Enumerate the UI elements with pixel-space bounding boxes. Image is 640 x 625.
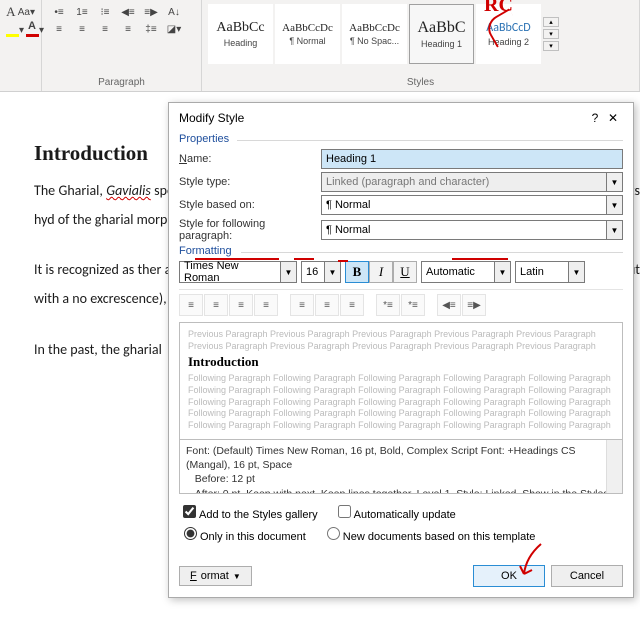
style-normal[interactable]: AaBbCcDc ¶ Normal bbox=[275, 4, 340, 64]
ok-button[interactable]: OK bbox=[473, 565, 545, 587]
dialog-titlebar[interactable]: Modify Style ? ✕ bbox=[169, 103, 633, 131]
help-button[interactable]: ? bbox=[587, 111, 603, 125]
scrollbar[interactable] bbox=[606, 440, 622, 493]
style-description: Font: (Default) Times New Roman, 16 pt, … bbox=[179, 440, 623, 494]
font-size-dropdown[interactable]: 16▼ bbox=[301, 261, 341, 283]
close-button[interactable]: ✕ bbox=[603, 111, 623, 125]
styles-gallery[interactable]: AaBbCc Heading AaBbCcDc ¶ Normal AaBbCcD… bbox=[208, 4, 633, 64]
auto-update-checkbox[interactable]: Automatically update bbox=[334, 502, 456, 521]
paragraph-group: •≡ 1≡ ⁝≡ ◀≡ ≡▶ A↓ ≡ ≡ ≡ ≡ ‡≡ ◪▾ Paragrap… bbox=[42, 0, 202, 91]
align-right-button[interactable]: ≡ bbox=[94, 21, 116, 37]
font-color-dropdown[interactable]: Automatic▼ bbox=[421, 261, 511, 283]
italic-button[interactable]: I bbox=[369, 261, 393, 283]
name-input[interactable]: Heading 1 bbox=[321, 149, 623, 169]
style-based-on-label: Style based on: bbox=[179, 199, 321, 211]
space-before-up-button[interactable]: *≡ bbox=[376, 294, 400, 316]
style-preview: Previous Paragraph Previous Paragraph Pr… bbox=[179, 322, 623, 440]
cancel-button[interactable]: Cancel bbox=[551, 565, 623, 587]
decrease-indent-button[interactable]: ◀≡ bbox=[437, 294, 461, 316]
justify-button[interactable]: ≡ bbox=[117, 21, 139, 37]
style-based-on-dropdown[interactable]: ¶ Normal bbox=[321, 195, 607, 215]
align-left-button[interactable]: ≡ bbox=[48, 21, 70, 37]
numbering-button[interactable]: 1≡ bbox=[71, 4, 93, 20]
double-space-button[interactable]: ≡ bbox=[340, 294, 364, 316]
increase-indent-button[interactable]: ≡▶ bbox=[140, 4, 162, 20]
justify-button[interactable]: ≡ bbox=[254, 294, 278, 316]
decrease-indent-button[interactable]: ◀≡ bbox=[117, 4, 139, 20]
style-heading-1[interactable]: AaBbC Heading 1 bbox=[409, 4, 474, 64]
bold-button[interactable]: B bbox=[345, 261, 369, 283]
bullets-button[interactable]: •≡ bbox=[48, 4, 70, 20]
ribbon: A Aa▾ ▾ ▾ •≡ 1≡ ⁝≡ ◀≡ ≡▶ A↓ ≡ ≡ ≡ ≡ ‡≡ ◪… bbox=[0, 0, 640, 92]
add-to-gallery-checkbox[interactable]: Add to the Styles gallery bbox=[179, 502, 318, 521]
script-dropdown[interactable]: Latin▼ bbox=[515, 261, 585, 283]
highlight-button[interactable]: ▾ bbox=[6, 22, 24, 38]
style-heading-2[interactable]: AaBbCcD Heading 2 bbox=[476, 4, 541, 64]
style-type-dropdown: Linked (paragraph and character) bbox=[321, 172, 607, 192]
new-documents-template-radio[interactable]: New documents based on this template bbox=[322, 524, 536, 543]
underline-button[interactable]: U bbox=[393, 261, 417, 283]
single-space-button[interactable]: ≡ bbox=[290, 294, 314, 316]
align-right-button[interactable]: ≡ bbox=[229, 294, 253, 316]
formatting-section-label: Formatting bbox=[179, 245, 623, 257]
onehalf-space-button[interactable]: ≡ bbox=[315, 294, 339, 316]
space-before-down-button[interactable]: *≡ bbox=[401, 294, 425, 316]
format-button[interactable]: FFormatormat ▼ bbox=[179, 566, 252, 586]
font-group: A Aa▾ ▾ ▾ bbox=[0, 0, 42, 91]
style-no-spacing[interactable]: AaBbCcDc ¶ No Spac... bbox=[342, 4, 407, 64]
sort-button[interactable]: A↓ bbox=[163, 4, 185, 20]
paragraph-label: Paragraph bbox=[48, 75, 195, 90]
line-spacing-button[interactable]: ‡≡ bbox=[140, 21, 162, 37]
styles-group: AaBbCc Heading AaBbCcDc ¶ Normal AaBbCcD… bbox=[202, 0, 640, 91]
dialog-title: Modify Style bbox=[179, 111, 244, 125]
font-family-dropdown[interactable]: Times New Roman▼ bbox=[179, 261, 297, 283]
align-left-button[interactable]: ≡ bbox=[179, 294, 203, 316]
style-heading[interactable]: AaBbCc Heading bbox=[208, 4, 273, 64]
align-center-button[interactable]: ≡ bbox=[204, 294, 228, 316]
name-label: NName:ame: bbox=[179, 153, 321, 165]
grow-font-button[interactable]: A bbox=[6, 4, 16, 20]
style-following-label: Style for following paragraph: bbox=[179, 218, 321, 242]
shading-button[interactable]: ◪▾ bbox=[163, 21, 185, 37]
chevron-down-icon[interactable]: ▼ bbox=[607, 220, 623, 240]
paragraph-format-toolbar: ≡ ≡ ≡ ≡ ≡ ≡ ≡ *≡ *≡ ◀≡ ≡▶ bbox=[179, 289, 623, 316]
styles-label: Styles bbox=[208, 75, 633, 90]
multilevel-button[interactable]: ⁝≡ bbox=[94, 4, 116, 20]
style-following-dropdown[interactable]: ¶ Normal bbox=[321, 220, 607, 240]
chevron-down-icon: ▼ bbox=[607, 172, 623, 192]
style-type-label: Style type: bbox=[179, 176, 321, 188]
properties-section-label: Properties bbox=[179, 133, 623, 145]
modify-style-dialog: Modify Style ? ✕ Properties NName:ame: H… bbox=[168, 102, 634, 598]
styles-expand[interactable]: ▴▾▾ bbox=[543, 4, 559, 64]
increase-indent-button[interactable]: ≡▶ bbox=[462, 294, 486, 316]
align-center-button[interactable]: ≡ bbox=[71, 21, 93, 37]
only-this-document-radio[interactable]: Only in this document bbox=[179, 524, 306, 543]
change-case-button[interactable]: Aa▾ bbox=[18, 4, 35, 20]
chevron-down-icon[interactable]: ▼ bbox=[607, 195, 623, 215]
